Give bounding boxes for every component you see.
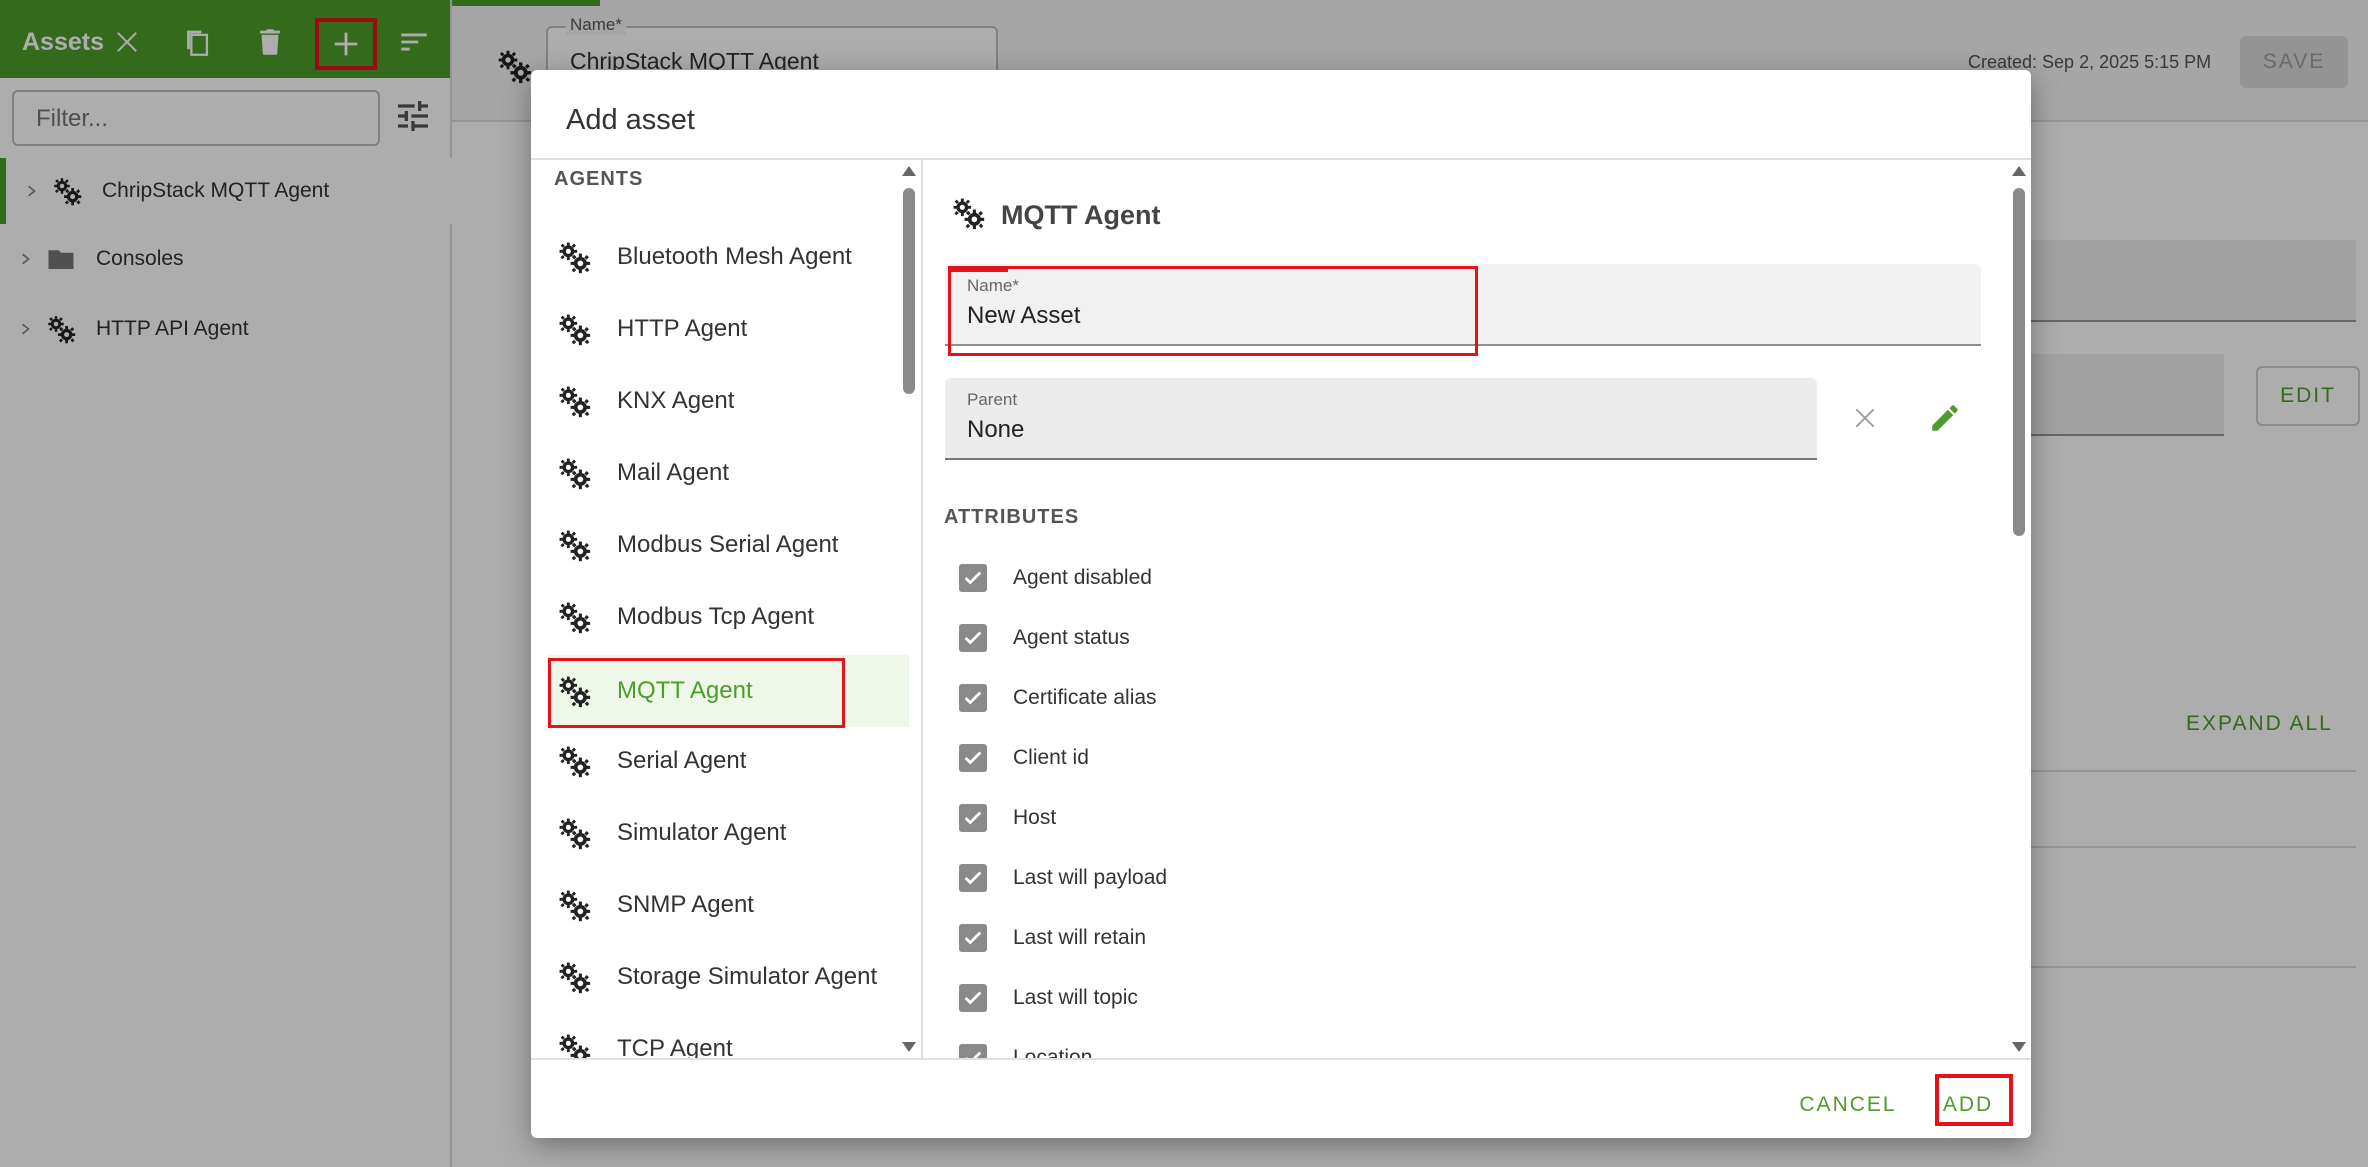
edit-parent-button[interactable] [1923,396,1967,440]
attribute-checkbox[interactable] [959,1044,987,1058]
agent-label: HTTP Agent [617,315,748,342]
check-icon [964,931,982,945]
scroll-up-arrow[interactable] [902,166,916,176]
check-icon [964,811,982,825]
attribute-row-last-will-retain[interactable]: Last will retain [959,918,1559,958]
attribute-label: Last will retain [1013,926,1147,949]
pencil-icon [1932,405,1958,431]
highlight-box [948,266,1478,356]
gears-icon [951,196,985,230]
agent-item-bluetooth-mesh[interactable]: Bluetooth Mesh Agent [547,225,909,289]
attribute-checkbox[interactable] [959,984,987,1012]
parent-field-label: Parent [967,390,1018,409]
gears-icon [557,456,591,490]
check-icon [964,991,982,1005]
scroll-down-arrow[interactable] [2012,1042,2026,1052]
check-icon [964,751,982,765]
gears-icon [557,312,591,346]
cancel-button[interactable]: CANCEL [1789,1082,1907,1128]
agents-heading: AGENTS [554,168,644,190]
attribute-label: Client id [1013,746,1089,769]
check-icon [964,691,982,705]
agent-list-scroll-thumb[interactable] [903,188,915,394]
detail-scroll-thumb[interactable] [2013,188,2025,536]
agent-label: Bluetooth Mesh Agent [617,243,852,270]
add-asset-dialog: Add asset AGENTS Bluetooth Mesh Agent HT… [531,70,2031,1138]
gears-icon [557,384,591,418]
parent-field-value: None [967,416,1025,443]
highlight-box [1935,1074,2013,1126]
divider [531,158,2031,160]
clear-parent-button[interactable] [1843,396,1887,440]
agent-label: KNX Agent [617,387,735,414]
attribute-row-certificate-alias[interactable]: Certificate alias [959,678,1559,718]
attribute-checkbox[interactable] [959,924,987,952]
attribute-checkbox[interactable] [959,624,987,652]
agent-item-mail[interactable]: Mail Agent [547,441,909,505]
attribute-row-agent-status[interactable]: Agent status [959,618,1559,658]
attribute-label: Last will topic [1013,986,1138,1009]
attribute-label: Agent disabled [1013,566,1152,589]
attributes-heading: ATTRIBUTES [944,506,1080,528]
attribute-row-agent-disabled[interactable]: Agent disabled [959,558,1559,598]
agent-item-knx[interactable]: KNX Agent [547,369,909,433]
attribute-label: Location [1013,1046,1093,1058]
attribute-row-host[interactable]: Host [959,798,1559,838]
attribute-row-location[interactable]: Location [959,1038,1559,1058]
attribute-label: Last will payload [1013,866,1168,889]
attribute-checkbox[interactable] [959,744,987,772]
selected-type-title: MQTT Agent [1001,200,1161,230]
check-icon [964,871,982,885]
close-icon [1855,408,1875,428]
attribute-label: Agent status [1013,626,1130,649]
attribute-list: Agent disabled Agent status Certificate … [531,540,2001,1058]
attribute-row-last-will-topic[interactable]: Last will topic [959,978,1559,1018]
agent-item-http[interactable]: HTTP Agent [547,297,909,361]
gears-icon [557,240,591,274]
scroll-up-arrow[interactable] [2012,166,2026,176]
attribute-checkbox[interactable] [959,564,987,592]
attribute-row-client-id[interactable]: Client id [959,738,1559,778]
divider [531,1058,2031,1060]
attribute-checkbox[interactable] [959,684,987,712]
agent-label: Mail Agent [617,459,730,486]
dialog-title: Add asset [566,104,695,136]
attribute-checkbox[interactable] [959,864,987,892]
parent-field[interactable] [945,378,1817,460]
attribute-checkbox[interactable] [959,804,987,832]
check-icon [964,571,982,585]
check-icon [965,1051,982,1058]
attribute-label: Certificate alias [1013,686,1157,709]
attribute-row-last-will-payload[interactable]: Last will payload [959,858,1559,898]
check-icon [964,631,982,645]
attribute-label: Host [1013,806,1057,829]
